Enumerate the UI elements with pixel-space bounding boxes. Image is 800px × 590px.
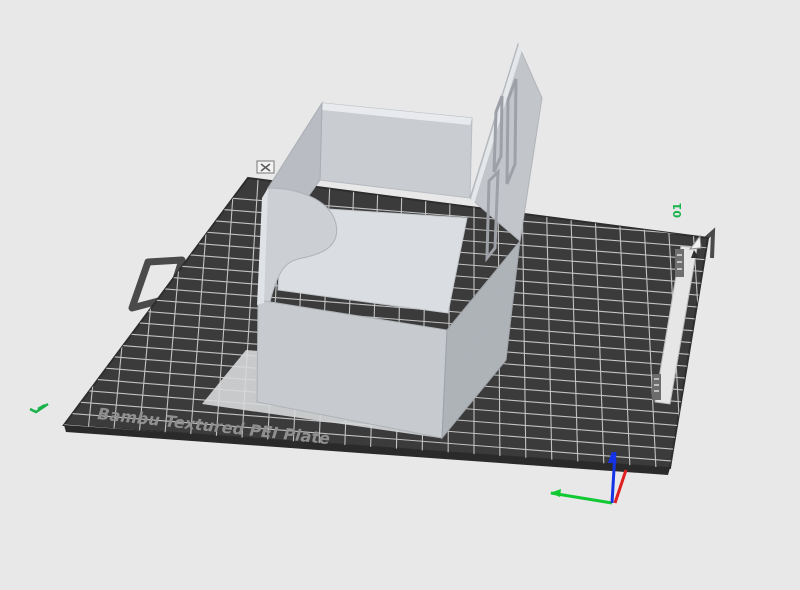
plate-number: 01 (671, 203, 684, 218)
plate-check-control[interactable] (29, 402, 49, 414)
z-axis (613, 469, 628, 504)
plate-close-control[interactable] (256, 160, 275, 174)
3d-viewport[interactable]: Bambu Lab Bambu Textured PEI Plate 01 (0, 0, 800, 590)
scene: Bambu Lab Bambu Textured PEI Plate 01 (29, 42, 716, 505)
